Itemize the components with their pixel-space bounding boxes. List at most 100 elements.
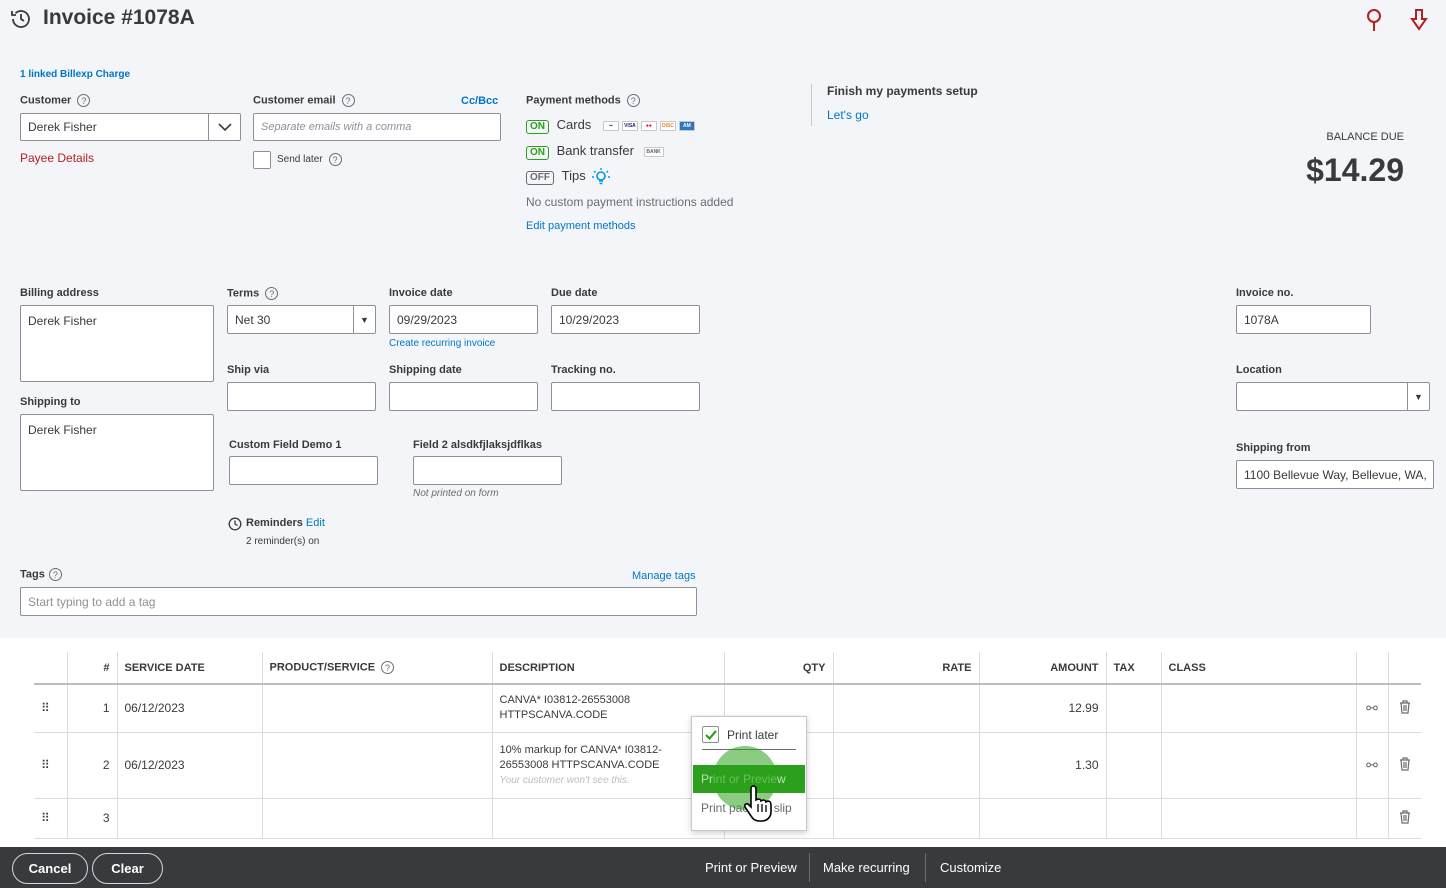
edit-payment-methods-link[interactable]: Edit payment methods	[526, 220, 635, 232]
invoice-date-field[interactable]: 09/29/2023	[389, 305, 538, 334]
caret-down-icon[interactable]: ▼	[1407, 383, 1429, 410]
reminders-edit-link[interactable]: Edit	[306, 517, 325, 529]
shipping-date-label: Shipping date	[389, 364, 462, 376]
drag-handle-icon[interactable]: ⠿	[34, 798, 67, 839]
col-qty: QTY	[723, 652, 833, 685]
class-cell[interactable]	[1160, 798, 1356, 839]
class-cell[interactable]	[1160, 684, 1356, 733]
send-later-checkbox[interactable]	[253, 151, 271, 169]
download-arrow-icon[interactable]	[1409, 8, 1429, 32]
invoice-no-field[interactable]: 1078A	[1236, 305, 1371, 334]
help-pin-icon[interactable]	[1364, 8, 1384, 32]
hand-cursor-icon	[743, 784, 778, 825]
location-select[interactable]: ▼	[1236, 382, 1430, 411]
tracking-no-field[interactable]	[551, 382, 700, 411]
clear-button[interactable]: Clear	[92, 853, 163, 884]
service-date-cell[interactable]: 06/12/2023	[116, 732, 262, 799]
description-cell[interactable]: 10% markup for CANVA* I03812- 26553008 HT…	[491, 732, 724, 799]
linked-charge-link[interactable]: 1 linked Billexp Charge	[20, 69, 130, 80]
amount-cell[interactable]: 12.99	[978, 684, 1106, 733]
custom-field-2[interactable]	[413, 456, 562, 485]
customer-email-field[interactable]: Separate emails with a comma	[253, 113, 501, 141]
billing-address-field[interactable]: Derek Fisher	[20, 305, 214, 382]
customer-value: Derek Fisher	[28, 120, 97, 134]
billing-address-label: Billing address	[20, 287, 99, 299]
col-rate: RATE	[832, 652, 979, 685]
shipping-from-label: Shipping from	[1236, 442, 1311, 454]
rate-cell[interactable]	[832, 684, 979, 733]
shipping-date-field[interactable]	[389, 382, 538, 411]
trash-icon[interactable]	[1387, 684, 1421, 733]
help-icon: ?	[77, 94, 91, 107]
drag-handle-icon[interactable]: ⠿	[34, 732, 67, 799]
print-or-preview-link[interactable]: Print or Preview	[705, 860, 797, 875]
create-recurring-link[interactable]: Create recurring invoice	[389, 338, 495, 349]
tax-cell[interactable]	[1105, 684, 1161, 733]
service-date-cell[interactable]: 06/12/2023	[116, 684, 262, 733]
checkbox-checked-icon[interactable]	[702, 726, 719, 743]
drag-handle-icon[interactable]: ⠿	[34, 684, 67, 733]
product-cell[interactable]	[261, 798, 492, 839]
rate-cell[interactable]	[832, 732, 979, 799]
payment-method-bank[interactable]: ON Bank transfer BANK	[526, 143, 664, 160]
ship-via-field[interactable]	[227, 382, 376, 411]
custom-field-2-label: Field 2 alsdkfjlaksjdflkas	[413, 439, 543, 451]
caret-down-icon[interactable]: ▼	[353, 306, 375, 333]
customer-label: Customer?	[20, 94, 91, 107]
custom-field-1[interactable]	[229, 456, 378, 485]
product-cell[interactable]	[261, 732, 492, 799]
link-icon[interactable]: ⚯	[1355, 684, 1388, 733]
link-icon[interactable]: ⚯	[1355, 732, 1388, 799]
customer-select[interactable]: Derek Fisher	[20, 113, 241, 141]
help-icon: ?	[328, 153, 342, 166]
description-cell[interactable]	[491, 798, 724, 839]
page-title: Invoice #1078A	[43, 6, 195, 29]
tags-input[interactable]: Start typing to add a tag	[20, 587, 697, 616]
cancel-button[interactable]: Cancel	[12, 853, 88, 884]
trash-icon[interactable]	[1387, 732, 1421, 799]
cc-bcc-link[interactable]: Cc/Bcc	[461, 95, 498, 107]
product-cell[interactable]	[261, 684, 492, 733]
amount-cell[interactable]: 1.30	[978, 732, 1106, 799]
cards-toggle[interactable]: ON	[526, 120, 549, 134]
payment-method-tips[interactable]: OFF Tips	[526, 168, 611, 186]
tips-toggle[interactable]: OFF	[526, 171, 554, 186]
tax-cell[interactable]	[1105, 798, 1161, 839]
lets-go-link[interactable]: Let's go	[827, 108, 869, 122]
table-header-row: # SERVICE DATE PRODUCT/SERVICE? DESCRIPT…	[34, 652, 1421, 685]
bank-toggle[interactable]: ON	[526, 146, 549, 160]
invoice-date-label: Invoice date	[389, 287, 453, 299]
manage-tags-link[interactable]: Manage tags	[632, 570, 696, 582]
class-cell[interactable]	[1160, 732, 1356, 799]
bank-icon: BANK	[643, 146, 664, 157]
payee-details-link[interactable]: Payee Details	[20, 151, 94, 165]
payment-method-cards[interactable]: ON Cards ▪▪ VISA ●● DISC AM	[526, 117, 695, 134]
due-date-label: Due date	[551, 287, 598, 299]
tags-label: Tags?	[20, 568, 62, 581]
tax-cell[interactable]	[1105, 732, 1161, 799]
shipping-from-field[interactable]: 1100 Bellevue Way, Bellevue, WA,	[1236, 460, 1434, 489]
trash-icon[interactable]	[1387, 798, 1421, 839]
help-icon: ?	[381, 661, 395, 674]
due-date-field[interactable]: 10/29/2023	[551, 305, 700, 334]
reminders-clock-icon	[228, 517, 242, 534]
description-cell[interactable]: CANVA* I03812-26553008 HTTPSCANVA.CODE	[491, 684, 724, 733]
amount-cell[interactable]	[978, 798, 1106, 839]
chevron-down-icon[interactable]	[208, 114, 240, 140]
col-num: #	[66, 652, 117, 685]
help-icon: ?	[48, 568, 62, 581]
rate-cell[interactable]	[832, 798, 979, 839]
shipping-to-field[interactable]: Derek Fisher	[20, 414, 214, 491]
mastercard-icon: ●●	[640, 120, 657, 131]
terms-select[interactable]: Net 30 ▼	[227, 305, 376, 334]
print-later-option[interactable]: Print later	[702, 726, 778, 743]
service-date-cell[interactable]	[116, 798, 262, 839]
history-clock-icon[interactable]	[9, 8, 33, 30]
make-recurring-link[interactable]: Make recurring	[823, 860, 910, 875]
terms-label: Terms?	[227, 287, 279, 300]
send-later-label: Send later?	[277, 153, 342, 166]
customize-link[interactable]: Customize	[940, 860, 1001, 875]
setup-divider	[811, 84, 812, 126]
invoice-no-label: Invoice no.	[1236, 287, 1294, 299]
footer-divider	[809, 853, 810, 882]
